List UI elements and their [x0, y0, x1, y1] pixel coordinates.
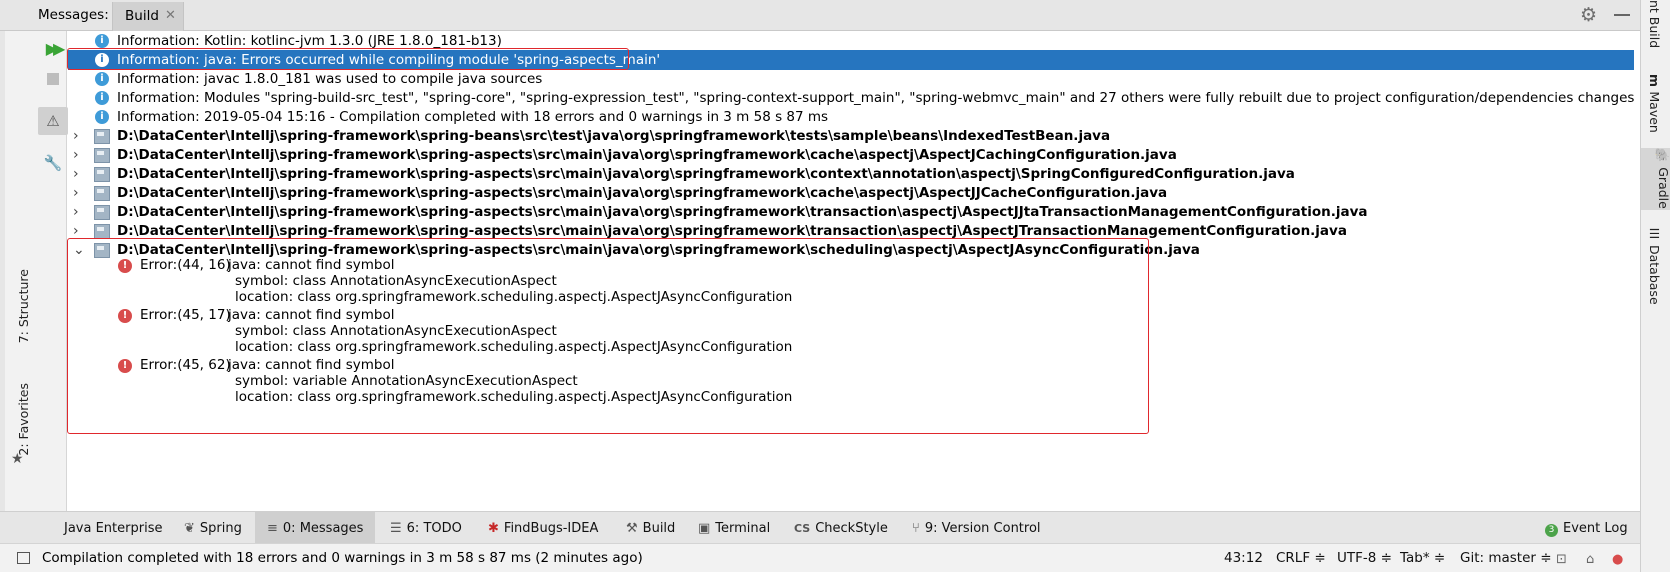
messages-label: Messages: [38, 7, 109, 23]
java-file-icon [94, 224, 110, 239]
sidebar-item-favorites[interactable]: 2: Favorites [16, 383, 31, 456]
highlight-box [67, 48, 629, 70]
info-icon: i [95, 110, 109, 124]
tab-label: Spring [199, 521, 242, 536]
java-file-icon [94, 148, 110, 163]
spring-icon: ❦ [184, 521, 195, 536]
info-text: Information: javac 1.8.0_181 was used to… [117, 71, 543, 87]
tab-build-label: Build [125, 8, 159, 24]
tab-label: Event Log [1563, 521, 1628, 536]
tab-spring[interactable]: ❦ Spring [184, 512, 242, 544]
close-icon[interactable]: ✕ [165, 8, 176, 23]
java-file-icon [94, 129, 110, 144]
tab-label: FindBugs-IDEA [503, 521, 599, 536]
sidebar-item-maven[interactable]: m Maven [1647, 74, 1662, 133]
tab-build[interactable]: ⚒ Build [626, 512, 675, 544]
hammer-icon: ⚒ [626, 521, 638, 536]
tab-label: Terminal [715, 521, 771, 536]
info-icon: i [95, 34, 109, 48]
line-separator[interactable]: CRLF ≑ [1276, 550, 1326, 566]
tab-findbugs[interactable]: ✱ FindBugs-IDEA [488, 512, 598, 544]
java-file-icon [94, 186, 110, 201]
bug-icon: ✱ [488, 521, 499, 536]
right-tool-strip: nt Build m Maven 🐘 Gradle ☰ Database [1640, 0, 1670, 572]
chevron-right-icon[interactable]: › [73, 164, 79, 184]
todo-icon: ☰ [390, 521, 402, 536]
tab-label: 9: Version Control [924, 521, 1041, 536]
tab-terminal[interactable]: ▣ Terminal [698, 512, 770, 544]
file-encoding[interactable]: UTF-8 ≑ [1337, 550, 1392, 566]
lock-icon[interactable]: ⊡ [1556, 552, 1567, 567]
event-log-badge: 3 [1545, 524, 1558, 537]
maven-label: Maven [1647, 91, 1662, 133]
messages-tree: i Information: Kotlin: kotlinc-jvm 1.3.0… [67, 31, 1640, 511]
messages-toolbar: ▶▶ ⚠ 🔧 7: Structure 2: Favorites ★ [5, 31, 68, 511]
status-bar: Compilation completed with 18 errors and… [0, 543, 1640, 572]
status-message: Compilation completed with 18 errors and… [42, 550, 643, 566]
maven-icon: m [1647, 74, 1662, 92]
chevron-right-icon[interactable]: › [73, 183, 79, 203]
sidebar-item-ant-build[interactable]: nt Build [1647, 0, 1662, 48]
toggle-tool-windows-icon[interactable] [17, 552, 30, 564]
structure-label: 7: Structure [16, 269, 31, 344]
gradle-icon: 🐘 [1656, 148, 1670, 164]
sidebar-item-structure[interactable]: 7: Structure [16, 269, 31, 343]
tab-todo[interactable]: ☰ 6: TODO [390, 512, 462, 544]
database-icon: ☰ [1647, 226, 1662, 245]
favorites-label: 2: Favorites [16, 383, 31, 456]
star-icon: ★ [11, 451, 24, 467]
messages-header: Messages: Build ✕ ⚙ [0, 0, 1640, 31]
vcs-icon: ⑂ [912, 521, 920, 536]
terminal-icon: ▣ [698, 521, 711, 536]
database-label: Database [1647, 244, 1662, 305]
messages-icon: ≡ [267, 521, 278, 536]
file-path: D:\DataCenter\Intellj\spring-framework\s… [117, 128, 1111, 144]
warning-filter-icon[interactable]: ⚠ [38, 107, 68, 135]
info-text: Information: Modules "spring-build-src_t… [117, 90, 1635, 106]
file-path: D:\DataCenter\Intellj\spring-framework\s… [117, 185, 1168, 201]
chevron-right-icon[interactable]: › [73, 145, 79, 165]
caret-position[interactable]: 43:12 [1224, 550, 1263, 566]
minimize-icon[interactable] [1614, 14, 1630, 16]
file-path: D:\DataCenter\Intellj\spring-framework\s… [117, 166, 1295, 182]
sidebar-item-database[interactable]: ☰ Database [1647, 226, 1662, 305]
highlight-box [67, 238, 1149, 434]
gear-icon[interactable]: ⚙ [1580, 4, 1597, 26]
ant-build-label: nt Build [1647, 0, 1662, 49]
tab-label: CheckStyle [815, 521, 888, 536]
tab-event-log[interactable]: 3 Event Log [1545, 512, 1628, 544]
inspector-icon[interactable]: ⌂ [1586, 552, 1594, 567]
wrench-icon[interactable]: 🔧 [38, 149, 68, 177]
tab-checkstyle[interactable]: CS CheckStyle [794, 512, 888, 544]
java-file-icon [94, 167, 110, 182]
rerun-icon[interactable]: ▶▶ [38, 35, 68, 63]
tab-version-control[interactable]: ⑂ 9: Version Control [912, 512, 1041, 544]
indent-setting[interactable]: Tab* ≑ [1400, 550, 1445, 566]
info-text: Information: 2019-05-04 15:16 - Compilat… [117, 109, 829, 125]
file-path: D:\DataCenter\Intellj\spring-framework\s… [117, 204, 1368, 220]
chevron-right-icon[interactable]: › [73, 126, 79, 146]
git-branch[interactable]: Git: master ≑ [1460, 550, 1552, 566]
checkstyle-icon: CS [794, 522, 811, 535]
tab-messages[interactable]: ≡ 0: Messages [255, 512, 375, 544]
java-file-icon [94, 205, 110, 220]
tab-label: Build [642, 521, 676, 536]
info-icon: i [95, 72, 109, 86]
tab-label: 0: Messages [282, 521, 364, 536]
tab-build[interactable]: Build ✕ [112, 2, 184, 31]
chevron-right-icon[interactable]: › [73, 202, 79, 222]
stop-icon[interactable] [38, 65, 68, 93]
tab-label: 6: TODO [406, 521, 462, 536]
file-path: D:\DataCenter\Intellj\spring-framework\s… [117, 147, 1177, 163]
info-icon: i [95, 91, 109, 105]
tab-label: Java Enterprise [64, 521, 163, 536]
sidebar-item-gradle[interactable]: 🐘 Gradle [1641, 148, 1670, 210]
tool-window-bar: Java Enterprise ❦ Spring ≡ 0: Messages ☰ 6:… [0, 511, 1640, 544]
gradle-label: Gradle [1656, 167, 1670, 209]
tab-java-enterprise[interactable]: Java Enterprise [64, 512, 162, 544]
error-indicator-icon[interactable]: ● [1612, 552, 1623, 567]
